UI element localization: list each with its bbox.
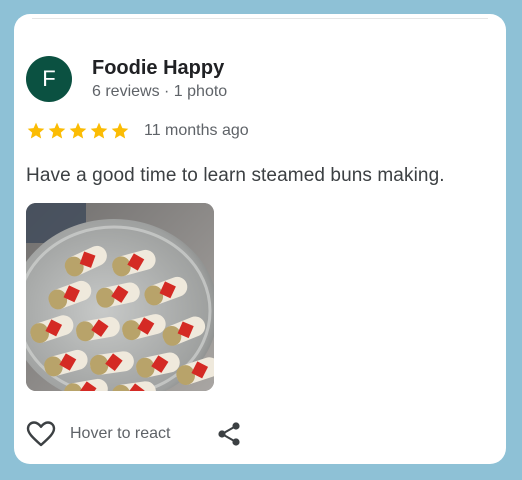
review-photo[interactable] <box>26 203 214 391</box>
review-time: 11 months ago <box>144 122 249 139</box>
review-text: Have a good time to learn steamed buns m… <box>26 165 445 186</box>
heart-outline-icon[interactable] <box>26 420 56 448</box>
avatar-initial: F <box>42 66 56 91</box>
share-icon[interactable] <box>216 421 242 447</box>
author-meta: 6 reviews · 1 photo <box>92 83 228 100</box>
star-icon <box>90 122 108 139</box>
author-name[interactable]: Foodie Happy <box>92 57 224 80</box>
react-label[interactable]: Hover to react <box>70 425 170 443</box>
divider <box>32 18 488 19</box>
steamed-buns-image <box>26 203 214 391</box>
avatar[interactable]: F <box>26 56 72 102</box>
action-bar: Hover to react <box>26 418 494 450</box>
star-icon <box>69 122 87 139</box>
star-icon <box>27 122 45 139</box>
rating-row: 11 months ago <box>26 121 249 141</box>
star-rating <box>26 121 130 141</box>
star-icon <box>48 122 66 139</box>
review-card: F Foodie Happy 6 reviews · 1 photo 11 mo… <box>14 14 506 464</box>
star-icon <box>111 122 129 139</box>
